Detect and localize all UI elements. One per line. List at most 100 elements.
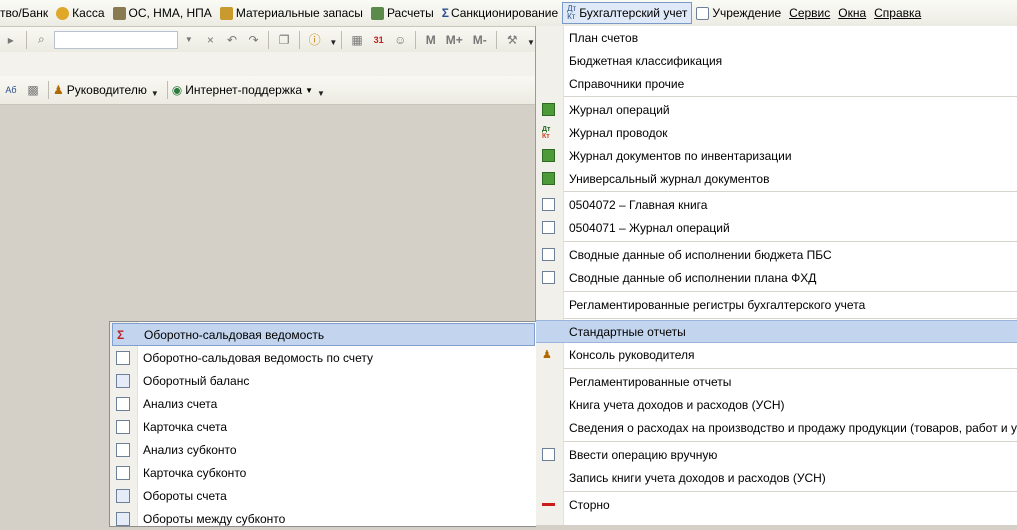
search-input[interactable] (54, 30, 179, 49)
menu-materials[interactable]: Материальные запасы (216, 2, 367, 24)
submenu-item-subconto-analysis[interactable]: Анализ субконто (110, 438, 536, 461)
submenu-item-trial-balance-by-account[interactable]: Оборотно-сальдовая ведомость по счету (110, 346, 536, 369)
toolbar-separator (298, 30, 300, 49)
chevron-down-icon[interactable]: ▼ (527, 38, 535, 47)
menu-item-universal-journal[interactable]: Универсальный журнал документов (536, 167, 1017, 190)
card-icon (116, 419, 130, 434)
menu-item-label: План счетов (569, 30, 639, 45)
search-icon[interactable]: ⌕ (33, 31, 51, 49)
submenu-item-label: Обороты счета (143, 488, 227, 503)
memory-plus-button[interactable]: M+ (444, 31, 465, 49)
menu-separator (564, 368, 1017, 369)
calendar-icon[interactable]: 31 (370, 31, 388, 49)
menu-item-manager-console[interactable]: ♟ Консоль руководителя (536, 343, 1017, 366)
arrow-right-icon[interactable]: ▸ (2, 31, 20, 49)
manager-label: Руководителю (66, 83, 147, 97)
submenu-item-account-analysis[interactable]: Анализ счета (110, 392, 536, 415)
balance-icon (116, 373, 130, 388)
menu-item-label: Журнал проводок (569, 125, 668, 140)
submenu-item-account-turnover[interactable]: Обороты счета (110, 484, 536, 507)
document-icon (696, 6, 710, 20)
menu-item-label: Универсальный журнал документов (569, 171, 770, 186)
menu-institution[interactable]: Учреждение (692, 2, 785, 24)
menu-item-label: Консоль руководителя (569, 347, 695, 362)
submenu-item-trial-balance[interactable]: Σ Оборотно-сальдовая ведомость (112, 323, 535, 346)
standard-reports-submenu: Σ Оборотно-сальдовая ведомость Оборотно-… (109, 321, 536, 527)
internet-support-button[interactable]: ◉ Интернет-поддержка ▼ ▼ (172, 83, 325, 98)
menu-item-label: Запись книги учета доходов и расходов (У… (569, 470, 826, 485)
menu-item-label: Журнал документов по инвентаризации (569, 148, 792, 163)
menu-item-chart-of-accounts[interactable]: План счетов (536, 26, 1017, 49)
submenu-item-subconto-turnover[interactable]: Обороты между субконто (110, 507, 536, 530)
menu-item-label: Ввести операцию вручную (569, 447, 718, 462)
menu-sanction[interactable]: Σ Санкционирование (438, 2, 562, 24)
menu-item-income-expense-book[interactable]: Книга учета доходов и расходов (УСН) (536, 393, 1017, 416)
menu-item-budget-classification[interactable]: Бюджетная классификация (536, 49, 1017, 72)
menu-service[interactable]: Сервис (785, 2, 834, 24)
accounting-icon: Дт Кт (567, 4, 577, 21)
truck-icon (112, 6, 126, 20)
dropdown-arrow-icon[interactable]: ▼ (180, 31, 198, 49)
users-icon[interactable]: ☺ (391, 31, 409, 49)
menu-cash[interactable]: Касса (52, 2, 108, 24)
account-report-icon (116, 350, 130, 365)
menu-accounting[interactable]: Дт Кт Бухгалтерский учет (562, 2, 693, 24)
memory-m-button[interactable]: M (422, 31, 440, 49)
menu-item-production-costs[interactable]: Сведения о расходах на производство и пр… (536, 416, 1017, 439)
menu-item-label: Регламентированные отчеты (569, 374, 732, 389)
standard-toolbar: ▸ ⌕ ▼ × ↶ ↷ ❐ ⓘ ▼ ▦ 31 ☺ M M+ M- ⚒ ▼ (0, 27, 535, 52)
menu-item-label: Стандартные отчеты (569, 324, 686, 339)
submenu-item-subconto-card[interactable]: Карточка субконто (110, 461, 536, 484)
menu-item-inventory-journal[interactable]: Журнал документов по инвентаризации (536, 144, 1017, 167)
menu-item-label: 0504072 – Главная книга (569, 197, 708, 212)
chevron-down-icon[interactable]: ▼ (329, 38, 337, 47)
menu-institution-label: Учреждение (712, 6, 782, 20)
menu-separator (564, 441, 1017, 442)
menu-help-label: Справка (874, 6, 922, 20)
menu-item-storno[interactable]: Сторно (536, 493, 1017, 516)
storno-icon (542, 503, 555, 506)
menu-item-book-record[interactable]: Запись книги учета доходов и расходов (У… (536, 466, 1017, 489)
menu-windows[interactable]: Окна (834, 2, 870, 24)
manager-icon: ♟ (53, 83, 64, 97)
info-icon[interactable]: ⓘ (306, 31, 324, 49)
search-back-icon[interactable]: ↶ (223, 31, 241, 49)
memory-minus-button[interactable]: M- (469, 31, 490, 49)
submenu-item-account-card[interactable]: Карточка счета (110, 415, 536, 438)
menu-separator (564, 318, 1017, 319)
menu-item-general-ledger[interactable]: 0504072 – Главная книга (536, 193, 1017, 216)
menu-item-label: Сведения о расходах на производство и пр… (569, 420, 1017, 435)
menu-item-other-references[interactable]: Справочники прочие (536, 72, 1017, 95)
menu-fixed-assets-label: ОС, НМА, НПА (128, 6, 212, 20)
manager-button[interactable]: ♟ Руководителю ▼ (53, 83, 159, 98)
menu-item-manual-entry[interactable]: Ввести операцию вручную (536, 443, 1017, 466)
text-report-icon[interactable]: Аб (2, 81, 20, 99)
menu-item-regulated-registers[interactable]: Регламентированные регистры бухгалтерско… (536, 293, 1017, 316)
menu-help[interactable]: Справка (870, 2, 925, 24)
menu-service-label: Сервис (789, 6, 831, 20)
menu-item-fhd-summary[interactable]: Сводные данные об исполнении плана ФХД (536, 266, 1017, 289)
menu-bank[interactable]: тво/Банк (0, 2, 52, 24)
menu-fixed-assets[interactable]: ОС, НМА, НПА (109, 2, 216, 24)
copy-window-icon[interactable]: ❐ (275, 31, 293, 49)
tools-icon[interactable]: ⚒ (503, 31, 521, 49)
table-icon[interactable]: ▩ (24, 81, 42, 99)
clear-icon[interactable]: × (202, 31, 220, 49)
submenu-item-turnover-balance[interactable]: Оборотный баланс (110, 369, 536, 392)
menu-item-operations-journal[interactable]: Журнал операций (536, 98, 1017, 121)
sigma-icon: Σ (441, 6, 449, 20)
menu-separator (564, 491, 1017, 492)
search-forward-icon[interactable]: ↷ (245, 31, 263, 49)
menu-item-label: Сторно (569, 497, 610, 512)
menu-item-operations-journal-0504071[interactable]: 0504071 – Журнал операций (536, 216, 1017, 239)
calculator-icon[interactable]: ▦ (348, 31, 366, 49)
menu-item-standard-reports[interactable]: Стандартные отчеты (536, 320, 1017, 343)
submenu-item-label: Оборотно-сальдовая ведомость (144, 327, 325, 342)
menu-item-regulated-reports[interactable]: Регламентированные отчеты (536, 370, 1017, 393)
menu-item-budget-summary[interactable]: Сводные данные об исполнении бюджета ПБС (536, 243, 1017, 266)
empty-toolbar-row (0, 52, 535, 76)
menu-separator (564, 291, 1017, 292)
menu-payments[interactable]: Расчеты (367, 2, 438, 24)
submenu-item-label: Анализ счета (143, 396, 218, 411)
menu-item-entries-journal[interactable]: Дт Кт Журнал проводок (536, 121, 1017, 144)
